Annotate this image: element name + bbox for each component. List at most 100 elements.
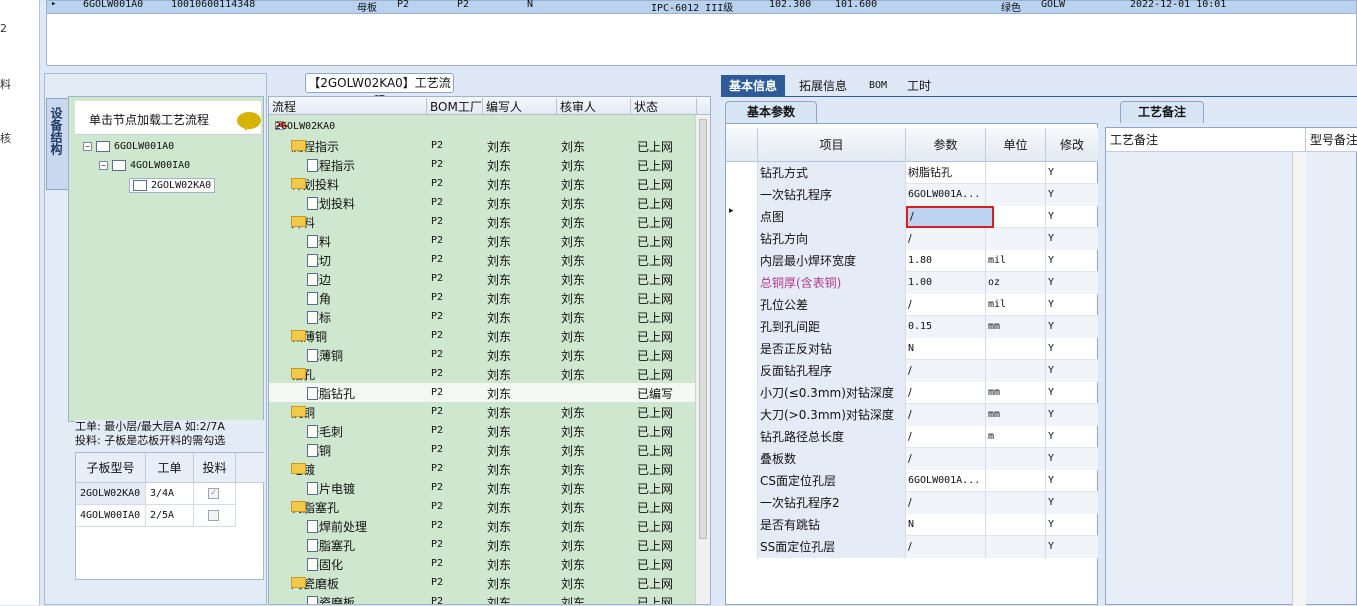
tab-basic-params[interactable]: 基本参数 — [725, 101, 817, 123]
param-modify[interactable]: Y — [1046, 536, 1098, 558]
vertical-scrollbar[interactable] — [1292, 152, 1306, 606]
param-value[interactable]: / — [906, 536, 986, 558]
sub-model-cell[interactable]: 4GOLW00IA0 — [76, 505, 146, 527]
param-value[interactable]: 1.80 — [906, 250, 986, 272]
param-value[interactable]: 树脂钻孔 — [906, 162, 986, 184]
process-row[interactable]: 阻焊前处理 P2 刘东 刘东 已上网 — [269, 516, 697, 535]
structure-tree[interactable]: − 6GOLW001A0 − 4GOLW00IA0 2GOLW02KA0 — [75, 137, 261, 419]
process-tree-grid[interactable]: 流程 BOM工厂 编写人 核审人 状态 −2GOLW02KA0 −流程指示 P2 刘… — [268, 96, 711, 605]
param-row[interactable]: CS面定位孔层 6GOLW001A... Y — [726, 470, 1098, 492]
param-row[interactable]: 孔到孔间距 0.15 mm Y — [726, 316, 1098, 338]
process-row[interactable]: 终固化 P2 刘东 刘东 已上网 — [269, 554, 697, 573]
column-header[interactable]: 子板型号 — [76, 453, 146, 483]
param-grid[interactable]: 项目 参数 单位 修改 钻孔方式 树脂钻孔 Y 一次钻孔程序 6GOLW001A... Y… — [725, 123, 1098, 605]
feed-checkbox[interactable] — [208, 509, 219, 521]
param-value[interactable]: N — [906, 338, 986, 360]
column-header[interactable]: 工单 — [146, 453, 194, 483]
process-row[interactable]: 开料 P2 刘东 刘东 已上网 — [269, 231, 697, 250]
process-row[interactable]: 计划投料 P2 刘东 刘东 已上网 — [269, 193, 697, 212]
param-value[interactable]: 1.00 — [906, 272, 986, 294]
tree-node-selected[interactable]: 2GOLW02KA0 — [129, 178, 216, 193]
param-value[interactable]: 6GOLW001A... — [906, 470, 986, 492]
process-row[interactable]: 磨边 P2 刘东 刘东 已上网 — [269, 269, 697, 288]
process-row[interactable]: 树脂塞孔 P2 刘东 刘东 已上网 — [269, 535, 697, 554]
row-indicator[interactable] — [726, 404, 758, 426]
column-header[interactable]: 项目 — [758, 128, 906, 162]
tab-process-remarks[interactable]: 工艺备注 — [1120, 101, 1204, 123]
param-value[interactable]: / — [906, 382, 986, 404]
param-modify[interactable]: Y — [1046, 426, 1098, 448]
param-modify[interactable]: Y — [1046, 272, 1098, 294]
param-modify[interactable]: Y — [1046, 382, 1098, 404]
column-header[interactable]: 流程 — [269, 98, 427, 114]
process-row[interactable]: 打标 P2 刘东 刘东 已上网 — [269, 307, 697, 326]
order-row-selected[interactable]: ▸ 6GOLW001A0 10010600114348 母板 P2 P2 N I… — [47, 0, 1356, 14]
param-modify[interactable]: Y — [1046, 514, 1098, 536]
param-row[interactable]: 钻孔方向 / Y — [726, 228, 1098, 250]
process-row[interactable]: −计划投料 P2 刘东 刘东 已上网 — [269, 174, 697, 193]
param-row[interactable]: 孔位公差 / mil Y — [726, 294, 1098, 316]
param-row[interactable]: 反面钻孔程序 / Y — [726, 360, 1098, 382]
tab-extended-info[interactable]: 拓展信息 — [791, 75, 855, 97]
tab-bom[interactable]: BOM — [861, 75, 895, 97]
param-modify[interactable]: Y — [1046, 470, 1098, 492]
column-header[interactable]: 状态 — [631, 98, 697, 114]
column-header[interactable]: BOM工厂 — [427, 98, 483, 114]
column-header[interactable]: 投料 — [194, 453, 236, 483]
vertical-scrollbar[interactable] — [695, 115, 710, 604]
row-indicator[interactable] — [726, 184, 758, 206]
process-tree[interactable]: −2GOLW02KA0 −流程指示P2刘东刘东已上网流程指示P2刘东刘东已上网−… — [269, 115, 697, 604]
process-row[interactable]: −沉铜 P2 刘东 刘东 已上网 — [269, 402, 697, 421]
param-modify[interactable]: Y — [1046, 294, 1098, 316]
param-modify[interactable]: Y — [1046, 206, 1098, 228]
collapse-icon[interactable]: − — [99, 161, 108, 170]
process-row[interactable]: 流程指示 P2 刘东 刘东 已上网 — [269, 155, 697, 174]
row-indicator[interactable] — [726, 514, 758, 536]
param-row[interactable]: 钻孔路径总长度 / m Y — [726, 426, 1098, 448]
param-modify[interactable]: Y — [1046, 162, 1098, 184]
order-grid[interactable]: ▸ 6GOLW001A0 10010600114348 母板 P2 P2 N I… — [46, 0, 1357, 66]
tab-device-structure[interactable]: 设备结构 — [46, 98, 68, 190]
sub-feed-cell[interactable] — [194, 505, 236, 527]
param-value[interactable]: / — [906, 492, 986, 514]
row-indicator[interactable] — [726, 338, 758, 360]
process-row[interactable]: 减薄铜 P2 刘东 刘东 已上网 — [269, 345, 697, 364]
tab-work-hours[interactable]: 工时 — [899, 75, 939, 97]
row-indicator[interactable] — [726, 294, 758, 316]
param-row[interactable]: 是否正反对钻 N Y — [726, 338, 1098, 360]
param-row[interactable]: 总铜厚(含表铜) 1.00 oz Y — [726, 272, 1098, 294]
row-indicator[interactable] — [726, 250, 758, 272]
process-row[interactable]: 负片电镀 P2 刘东 刘东 已上网 — [269, 478, 697, 497]
tab-basic-info[interactable]: 基本信息 — [721, 75, 786, 97]
panel-splitter[interactable] — [711, 73, 721, 605]
column-header[interactable]: 参数 — [906, 128, 986, 162]
param-row[interactable]: 叠板数 / Y — [726, 448, 1098, 470]
param-modify[interactable]: Y — [1046, 228, 1098, 250]
sub-feed-cell[interactable]: ✓ — [194, 483, 236, 505]
param-row[interactable]: 大刀(>0.3mm)对钻深度 / mm Y — [726, 404, 1098, 426]
column-header[interactable]: 核审人 — [557, 98, 631, 114]
sub-board-grid[interactable]: 子板型号 工单 投料 2GOLW02KA0 3/4A ✓ 4GOLW00IA0 … — [75, 452, 265, 580]
row-indicator[interactable]: ▸ — [726, 206, 758, 228]
row-indicator[interactable] — [726, 228, 758, 250]
row-indicator[interactable] — [726, 470, 758, 492]
param-value[interactable]: / — [906, 294, 986, 316]
param-value[interactable]: N — [906, 514, 986, 536]
column-header[interactable]: 编写人 — [483, 98, 557, 114]
row-indicator[interactable] — [726, 316, 758, 338]
param-row[interactable]: 钻孔方式 树脂钻孔 Y — [726, 162, 1098, 184]
process-row[interactable]: −钻孔 P2 刘东 刘东 已上网 — [269, 364, 697, 383]
process-row[interactable]: 裁切 P2 刘东 刘东 已上网 — [269, 250, 697, 269]
sub-order-cell[interactable]: 3/4A — [146, 483, 194, 505]
param-row[interactable]: 是否有跳钻 N Y — [726, 514, 1098, 536]
process-row[interactable]: 圆角 P2 刘东 刘东 已上网 — [269, 288, 697, 307]
sub-model-cell[interactable]: 2GOLW02KA0 — [76, 483, 146, 505]
feed-checkbox[interactable]: ✓ — [208, 487, 219, 499]
tree-node[interactable]: − 4GOLW00IA0 — [99, 160, 190, 171]
row-indicator[interactable] — [726, 360, 758, 382]
column-header[interactable]: 单位 — [986, 128, 1046, 162]
remark-grid[interactable]: 工艺备注 型号备注 — [1105, 127, 1357, 606]
process-row[interactable]: 沉铜 P2 刘东 刘东 已上网 — [269, 440, 697, 459]
param-row[interactable]: 小刀(≤0.3mm)对钻深度 / mm Y — [726, 382, 1098, 404]
param-value[interactable]: / — [906, 360, 986, 382]
